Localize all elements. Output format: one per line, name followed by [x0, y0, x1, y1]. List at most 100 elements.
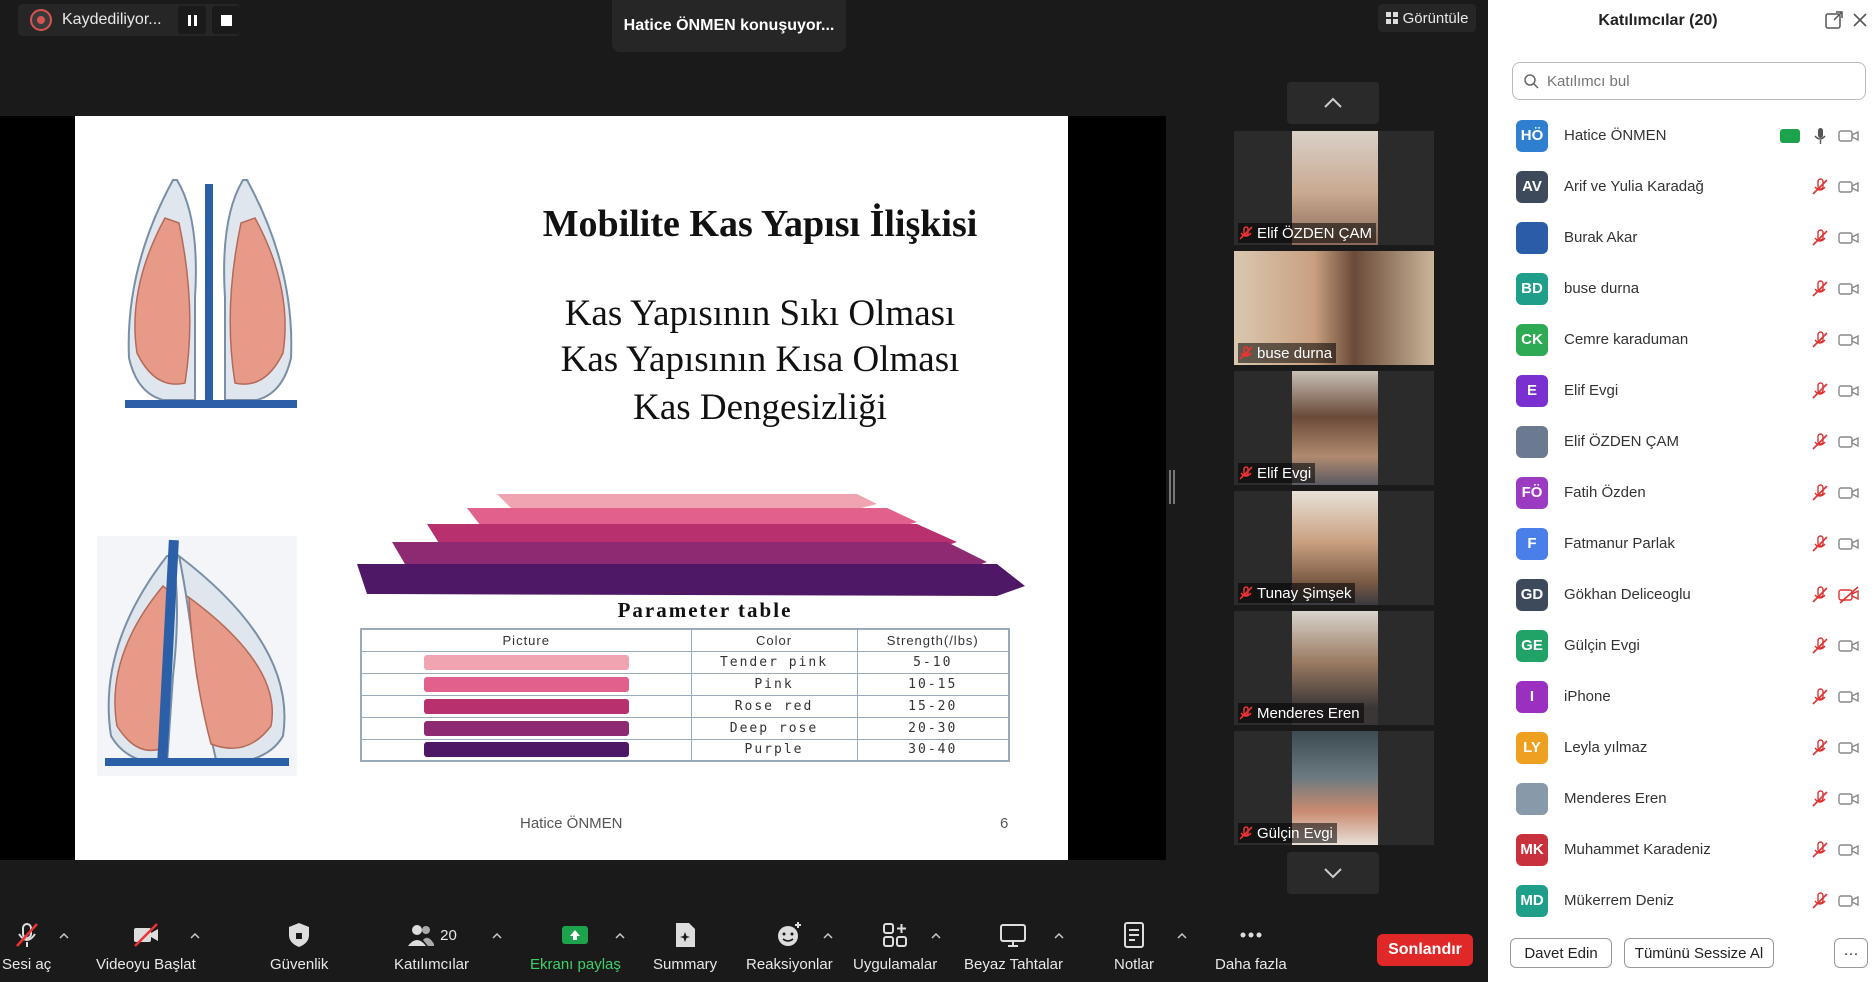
- participant-search[interactable]: [1512, 62, 1866, 100]
- video-icon[interactable]: [1838, 892, 1860, 910]
- chevron-up-icon[interactable]: [930, 930, 942, 942]
- resistance-bands-image: [357, 494, 1025, 596]
- gallery-down-button[interactable]: [1287, 852, 1379, 894]
- participant-name: Muhammet Karadeniz: [1564, 841, 1711, 858]
- video-icon[interactable]: [1838, 178, 1860, 196]
- mic-muted-icon: [1239, 586, 1253, 600]
- mic-muted-icon[interactable]: [1810, 585, 1830, 605]
- search-input[interactable]: [1547, 72, 1847, 90]
- video-icon[interactable]: [1838, 331, 1860, 349]
- participant-row[interactable]: FÖ Fatih Özden: [1488, 467, 1876, 518]
- mic-muted-icon: [1239, 346, 1253, 360]
- chevron-up-icon[interactable]: [491, 930, 503, 942]
- video-icon[interactable]: [1838, 433, 1860, 451]
- pause-recording-button[interactable]: [178, 6, 206, 34]
- video-tile[interactable]: Menderes Eren: [1234, 611, 1434, 725]
- slide-footer-name: Hatice ÖNMEN: [520, 815, 623, 832]
- stop-recording-button[interactable]: [212, 6, 240, 34]
- participant-name: Gülçin Evgi: [1564, 637, 1640, 654]
- more-button[interactable]: Daha fazla: [1215, 920, 1287, 973]
- participant-row[interactable]: Burak Akar: [1488, 212, 1876, 263]
- notes-button[interactable]: Notlar: [1114, 920, 1154, 973]
- video-tile[interactable]: buse durna: [1234, 251, 1434, 365]
- share-screen-button[interactable]: Ekranı paylaş: [530, 920, 621, 973]
- participant-row[interactable]: BD buse durna: [1488, 263, 1876, 314]
- video-icon[interactable]: [1838, 127, 1860, 145]
- mic-muted-icon[interactable]: [1810, 279, 1830, 299]
- mic-muted-icon[interactable]: [1810, 432, 1830, 452]
- mute-all-button[interactable]: Tümünü Sessize Al: [1624, 938, 1774, 968]
- video-icon[interactable]: [1838, 739, 1860, 757]
- video-icon[interactable]: [1838, 280, 1860, 298]
- view-button[interactable]: Görüntüle: [1378, 4, 1476, 32]
- end-meeting-button[interactable]: Sonlandır: [1377, 934, 1473, 966]
- mic-muted-icon[interactable]: [1810, 840, 1830, 860]
- participant-row[interactable]: GE Gülçin Evgi: [1488, 620, 1876, 671]
- mic-muted-icon[interactable]: [1810, 891, 1830, 911]
- participant-row[interactable]: E Elif Evgi: [1488, 365, 1876, 416]
- chevron-up-icon[interactable]: [614, 930, 626, 942]
- video-icon[interactable]: [1838, 229, 1860, 247]
- video-tile[interactable]: Elif Evgi: [1234, 371, 1434, 485]
- participant-row[interactable]: IiPhone: [1488, 671, 1876, 722]
- reactions-button[interactable]: Reaksiyonlar: [746, 920, 833, 973]
- mic-muted-icon[interactable]: [1810, 228, 1830, 248]
- start-video-button[interactable]: Videoyu Başlat: [96, 920, 196, 973]
- participant-row[interactable]: Menderes Eren: [1488, 773, 1876, 824]
- video-tile[interactable]: Tunay Şimşek: [1234, 491, 1434, 605]
- mic-icon[interactable]: [1810, 126, 1830, 146]
- mic-muted-icon[interactable]: [1810, 330, 1830, 350]
- participant-row[interactable]: LY Leyla yılmaz: [1488, 722, 1876, 773]
- participant-row[interactable]: F Fatmanur Parlak: [1488, 518, 1876, 569]
- participants-button[interactable]: 20 Katılımcılar: [394, 920, 469, 973]
- mic-muted-icon[interactable]: [1810, 687, 1830, 707]
- mic-muted-icon[interactable]: [1810, 483, 1830, 503]
- mic-muted-icon[interactable]: [1810, 789, 1830, 809]
- participant-row[interactable]: CK Cemre karaduman: [1488, 314, 1876, 365]
- mic-muted-icon[interactable]: [1810, 381, 1830, 401]
- avatar: LY: [1516, 731, 1548, 764]
- participant-row[interactable]: GD Gökhan Deliceoglu: [1488, 569, 1876, 620]
- participant-list: HÖ Hatice ÖNMEN AV Arif ve Yulia Karadağ Bur…: [1488, 110, 1876, 926]
- gallery-up-button[interactable]: [1287, 82, 1379, 124]
- video-icon[interactable]: [1838, 688, 1860, 706]
- video-icon[interactable]: [1838, 535, 1860, 553]
- panel-more-button[interactable]: ···: [1834, 938, 1868, 968]
- chevron-up-icon[interactable]: [1176, 930, 1188, 942]
- split-resize-handle[interactable]: [1169, 470, 1175, 504]
- participant-row[interactable]: MD Mükerrem Deniz: [1488, 875, 1876, 926]
- mic-muted-icon[interactable]: [1810, 177, 1830, 197]
- video-icon[interactable]: [1838, 382, 1860, 400]
- header-color: Color: [690, 628, 858, 652]
- mic-muted-icon[interactable]: [1810, 534, 1830, 554]
- invite-button[interactable]: Davet Edin: [1510, 938, 1612, 968]
- participant-row[interactable]: Elif ÖZDEN ÇAM: [1488, 416, 1876, 467]
- zoom-meeting-window: Kaydediliyor... Hatice ÖNMEN konuşuyor..…: [0, 0, 1876, 982]
- share-screen-icon: [562, 926, 589, 944]
- summary-button[interactable]: Summary: [653, 920, 717, 973]
- video-icon[interactable]: [1838, 484, 1860, 502]
- mic-muted-icon[interactable]: [1810, 738, 1830, 758]
- video-icon[interactable]: [1838, 841, 1860, 859]
- participant-name: Elif Evgi: [1564, 382, 1619, 399]
- participant-row[interactable]: MK Muhammet Karadeniz: [1488, 824, 1876, 875]
- video-icon[interactable]: [1838, 637, 1860, 655]
- participant-row[interactable]: HÖ Hatice ÖNMEN: [1488, 110, 1876, 161]
- mic-muted-icon[interactable]: [1810, 636, 1830, 656]
- video-tile[interactable]: Elif ÖZDEN ÇAM: [1234, 131, 1434, 245]
- whiteboards-button[interactable]: Beyaz Tahtalar: [964, 920, 1063, 973]
- video-off-icon[interactable]: [1838, 585, 1860, 604]
- apps-button[interactable]: Uygulamalar: [853, 920, 937, 973]
- video-icon[interactable]: [1838, 790, 1860, 808]
- chevron-up-icon[interactable]: [189, 930, 201, 942]
- chevron-up-icon[interactable]: [58, 930, 70, 942]
- chevron-up-icon[interactable]: [1053, 930, 1065, 942]
- security-button[interactable]: Güvenlik: [270, 920, 328, 973]
- participant-name: Arif ve Yulia Karadağ: [1564, 178, 1704, 195]
- pop-out-icon[interactable]: [1824, 10, 1844, 30]
- participant-row[interactable]: AV Arif ve Yulia Karadağ: [1488, 161, 1876, 212]
- chevron-up-icon[interactable]: [822, 930, 834, 942]
- close-icon[interactable]: [1850, 10, 1870, 30]
- video-tile[interactable]: Gülçin Evgi: [1234, 731, 1434, 845]
- unmute-button[interactable]: Sesi aç: [2, 920, 51, 973]
